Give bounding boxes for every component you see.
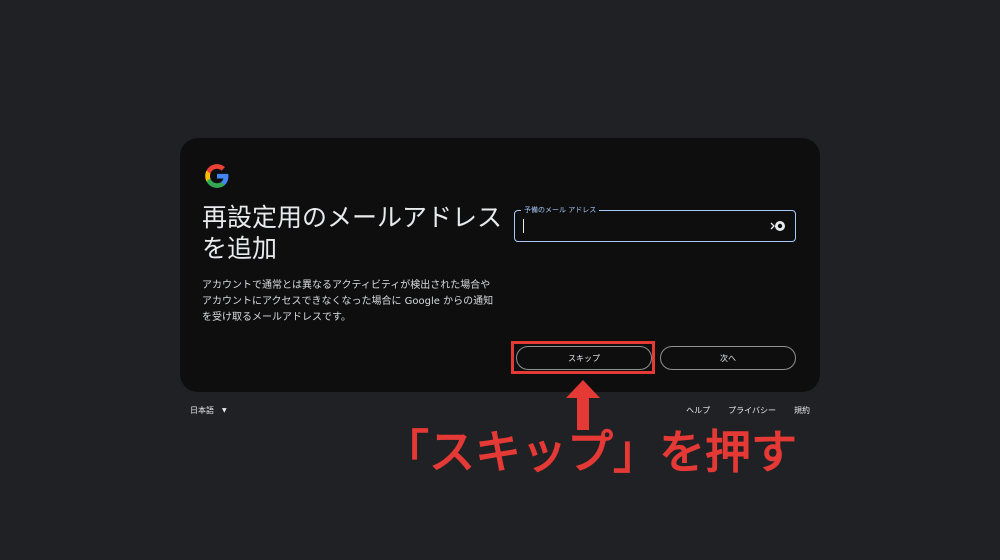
next-button[interactable]: 次へ [660, 346, 796, 370]
add-recovery-email-card: 再設定用のメールアドレスを追加 アカウントで通常とは異なるアクティビティが検出さ… [180, 138, 820, 392]
recovery-email-field[interactable]: 予備のメール アドレス [514, 205, 796, 242]
annotation-text: 「スキップ」を押す [383, 425, 797, 479]
footer-links: ヘルプ プライバシー 規約 [686, 405, 810, 416]
google-g-logo [205, 164, 229, 188]
page: 再設定用のメールアドレスを追加 アカウントで通常とは異なるアクティビティが検出さ… [0, 0, 1000, 560]
language-label: 日本語 [190, 406, 214, 415]
footer-link-terms[interactable]: 規約 [794, 405, 810, 416]
page-description: アカウントで通常とは異なるアクティビティが検出された場合やアカウントにアクセスで… [202, 280, 494, 323]
footer-link-privacy[interactable]: プライバシー [728, 405, 776, 416]
recovery-email-label: 予備のメール アドレス [521, 205, 600, 215]
text-caret [523, 219, 524, 233]
password-manager-key-icon[interactable] [768, 220, 786, 232]
language-selector[interactable]: 日本語 ▼ [190, 405, 227, 416]
skip-highlight-box [511, 341, 655, 374]
footer-link-help[interactable]: ヘルプ [686, 405, 710, 416]
page-title: 再設定用のメールアドレスを追加 [202, 203, 503, 263]
chevron-down-icon: ▼ [222, 407, 227, 414]
